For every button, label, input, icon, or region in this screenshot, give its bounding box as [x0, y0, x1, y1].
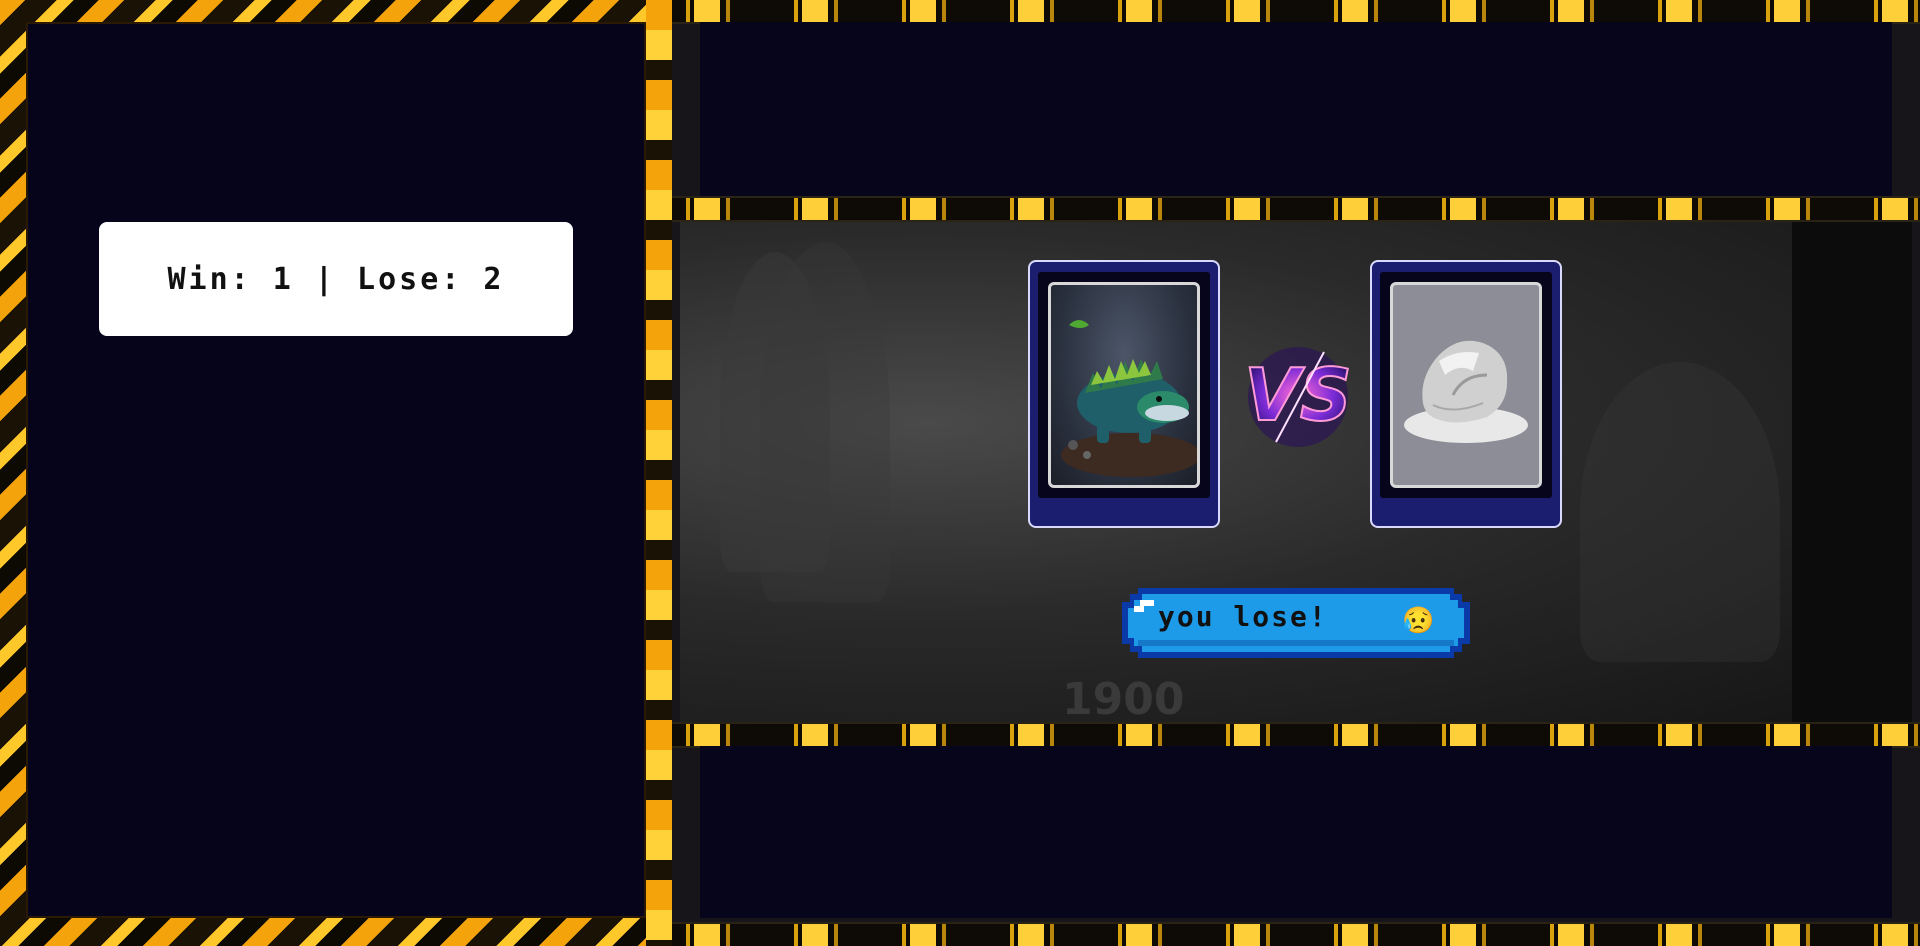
gold-border-upper	[672, 198, 1920, 220]
arena-watermark: 1900	[1062, 674, 1185, 724]
sad-face-icon: 😥	[1402, 606, 1435, 636]
left-panel	[26, 22, 646, 918]
result-banner: you lose! 😥	[1118, 588, 1474, 658]
rock-icon	[1390, 282, 1542, 488]
opponent-card[interactable]	[1370, 260, 1562, 528]
gold-border-lower	[672, 724, 1920, 746]
versus-label: VS	[1244, 353, 1352, 437]
background-figure	[1580, 362, 1780, 662]
result-text: you lose!	[1158, 600, 1328, 633]
background-figure	[760, 242, 890, 602]
score-text: Win: 1 | Lose: 2	[167, 261, 505, 297]
scoreboard: Win: 1 | Lose: 2	[99, 222, 573, 336]
card-frame	[1038, 272, 1210, 498]
gold-border-top	[672, 0, 1920, 22]
gold-border-bottom	[672, 924, 1920, 946]
dino-creature-icon	[1048, 282, 1200, 488]
versus-emblem: VS	[1236, 342, 1360, 452]
card-frame	[1380, 272, 1552, 498]
panel-divider	[646, 0, 672, 946]
top-display-area	[700, 22, 1892, 198]
player-card[interactable]	[1028, 260, 1220, 528]
bottom-display-area	[700, 746, 1892, 918]
